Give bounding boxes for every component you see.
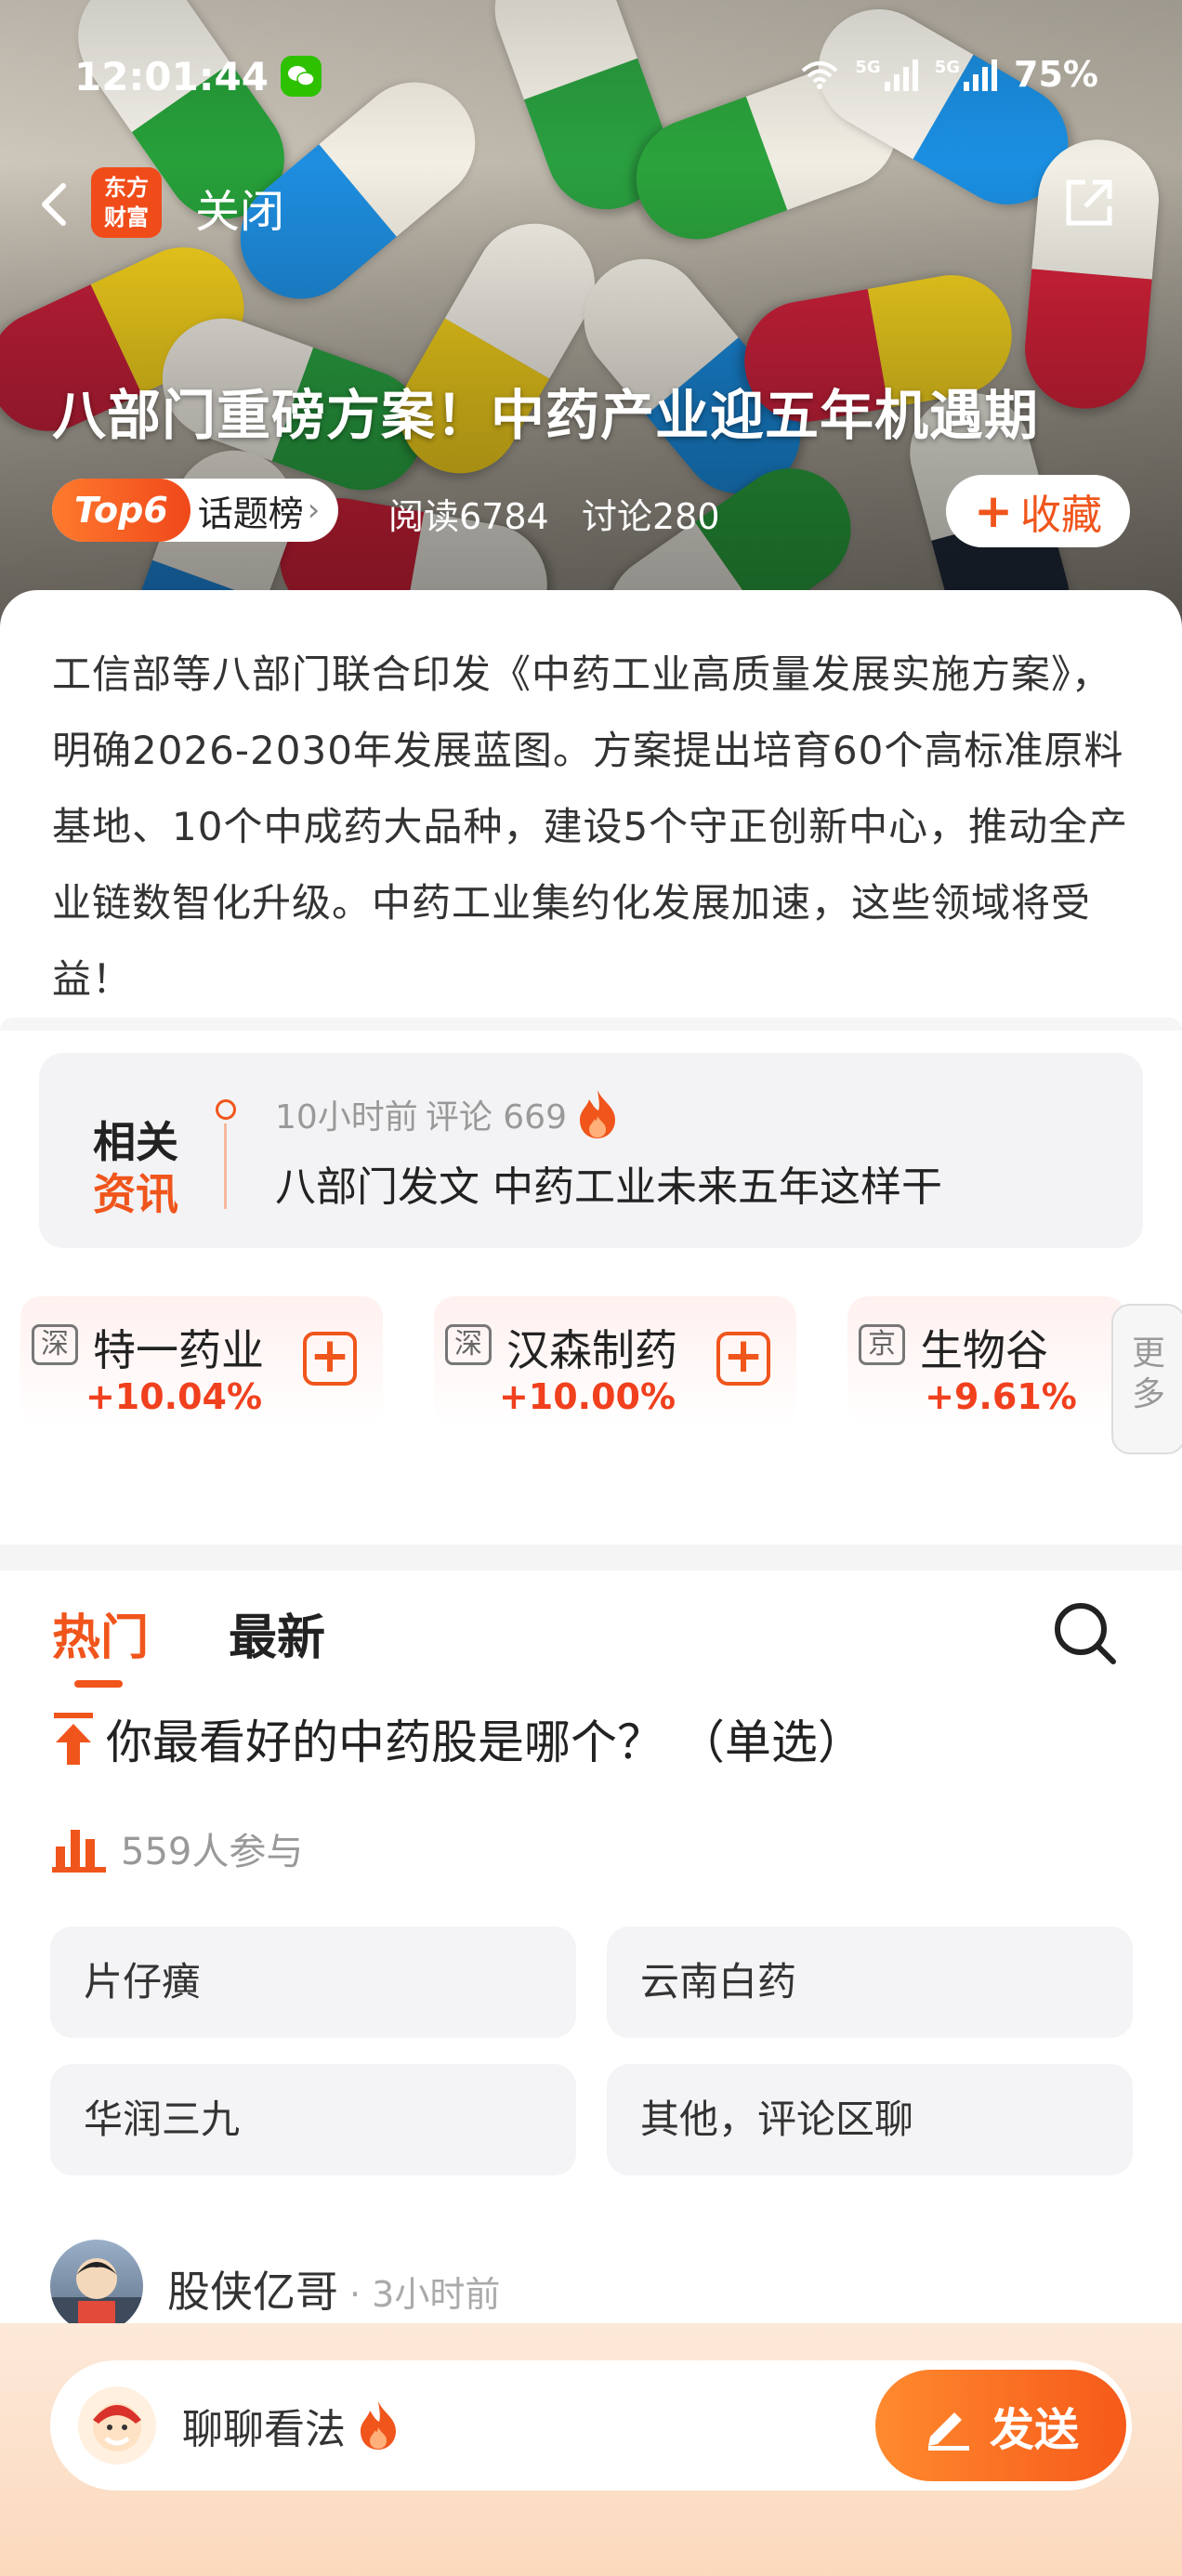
poll-option[interactable]: 其他，评论区聊	[607, 2064, 1133, 2175]
page-title: 八部门重磅方案！中药产业迎五年机遇期	[52, 384, 1040, 447]
comment-input[interactable]: 聊聊看法 发送	[50, 2360, 1132, 2491]
hero-banner: 12:01:44 5G 5G 75% 东方 财富 关闭 八部门重磅方案！中药产业…	[0, 0, 1182, 651]
discuss-count: 讨论280	[582, 496, 720, 537]
stock-change: +10.04%	[85, 1376, 263, 1417]
timeline-marker	[216, 1099, 236, 1211]
fire-icon	[361, 2401, 396, 2450]
search-icon[interactable]	[1050, 1598, 1119, 1667]
related-news-card[interactable]: 相关 资讯 10小时前 评论 669 八部门发文 中药工业未来五年这样干	[39, 1053, 1143, 1248]
top-nav: 东方 财富 关闭	[0, 167, 1182, 242]
mascot-icon	[78, 2386, 156, 2464]
stock-card[interactable]: 京 生物谷 +9.61%	[847, 1296, 1126, 1426]
add-watchlist-icon[interactable]: +	[716, 1332, 770, 1386]
signal-icon: 5G	[935, 58, 998, 91]
plus-icon: +	[974, 484, 1013, 538]
topic-meta: Top6 话题榜 › 阅读6784 讨论280 + 收藏	[52, 475, 1130, 547]
stock-change: +9.61%	[925, 1376, 1077, 1417]
status-time: 12:01:44	[74, 54, 269, 99]
stock-card[interactable]: 深 特一药业 +10.04% +	[20, 1296, 383, 1426]
wechat-icon	[281, 56, 322, 97]
stock-name: 汉森制药	[506, 1325, 677, 1375]
comment-placeholder: 聊聊看法	[182, 2396, 401, 2455]
divider	[0, 1018, 1182, 1031]
news-meta: 10小时前 评论 669	[275, 1088, 621, 1140]
news-time: 10小时前	[275, 1098, 418, 1137]
fire-icon	[579, 1090, 615, 1138]
more-stocks-button[interactable]: 更 多	[1111, 1304, 1182, 1454]
poll-question: 你最看好的中药股是哪个？ （单选）	[52, 1705, 1139, 1772]
chevron-right-icon: ›	[307, 492, 321, 529]
back-icon[interactable]	[28, 177, 84, 232]
exchange-badge: 深	[32, 1324, 78, 1365]
tab-hot[interactable]: 热门	[52, 1598, 149, 1668]
divider	[0, 1544, 1182, 1571]
share-icon[interactable]	[1061, 175, 1117, 230]
brand-logo: 东方 财富	[91, 167, 162, 238]
related-stocks: 深 特一药业 +10.04% + 深 汉森制药 +10.00% + 京 生物谷 …	[20, 1296, 1182, 1426]
rank-tag: Top6	[52, 479, 190, 542]
avatar[interactable]	[50, 2240, 143, 2333]
exchange-badge: 京	[859, 1324, 905, 1365]
send-button[interactable]: 发送	[875, 2370, 1126, 2481]
topic-rank-badge[interactable]: Top6 话题榜 ›	[52, 479, 339, 542]
stock-change: +10.00%	[498, 1376, 676, 1417]
poll-option[interactable]: 片仔癀	[50, 1926, 576, 2038]
favorite-button[interactable]: + 收藏	[946, 475, 1130, 547]
stock-card[interactable]: 深 汉森制药 +10.00% +	[434, 1296, 796, 1426]
poll-option[interactable]: 云南白药	[607, 1926, 1133, 2038]
related-news-tag: 相关 资讯	[93, 1117, 178, 1219]
poll-participants: 559人参与	[52, 1821, 303, 1875]
poll-option[interactable]: 华润三九	[50, 2064, 576, 2175]
pencil-icon	[927, 2412, 969, 2451]
news-headline: 八部门发文 中药工业未来五年这样干	[275, 1163, 942, 1211]
add-watchlist-icon[interactable]: +	[303, 1332, 357, 1386]
comment-username[interactable]: 股侠亿哥	[167, 2258, 338, 2320]
stock-name: 特一药业	[93, 1325, 264, 1375]
read-count: 阅读6784	[388, 496, 549, 537]
status-bar: 12:01:44 5G 5G 75%	[0, 37, 1182, 112]
content-card: 工信部等八部门联合印发《中药工业高质量发展实施方案》，明确2026-2030年发…	[0, 590, 1182, 2576]
exchange-badge: 深	[445, 1324, 492, 1365]
close-button[interactable]: 关闭	[195, 175, 284, 240]
wifi-icon	[802, 61, 838, 89]
status-icons: 5G 5G 75%	[801, 54, 1098, 95]
active-tab-indicator	[74, 1680, 123, 1688]
pinned-up-icon	[54, 1713, 93, 1765]
news-comment-count: 评论 669	[425, 1098, 567, 1137]
battery-level: 75%	[1014, 54, 1098, 95]
rank-label: 话题榜	[197, 493, 304, 534]
signal-icon: 5G	[855, 58, 918, 91]
comment-time: · 3小时前	[349, 2274, 501, 2315]
comment-tabs: 热门 最新	[0, 1598, 1182, 1691]
tab-latest[interactable]: 最新	[229, 1598, 325, 1668]
topic-summary: 工信部等八部门联合印发《中药工业高质量发展实施方案》，明确2026-2030年发…	[52, 651, 1129, 1002]
comment-item[interactable]: 股侠亿哥 · 3小时前	[50, 2240, 1128, 2333]
stock-name: 生物谷	[920, 1325, 1048, 1375]
bar-chart-icon	[52, 1830, 106, 1873]
comment-composer-bar: 聊聊看法 发送	[0, 2323, 1182, 2576]
